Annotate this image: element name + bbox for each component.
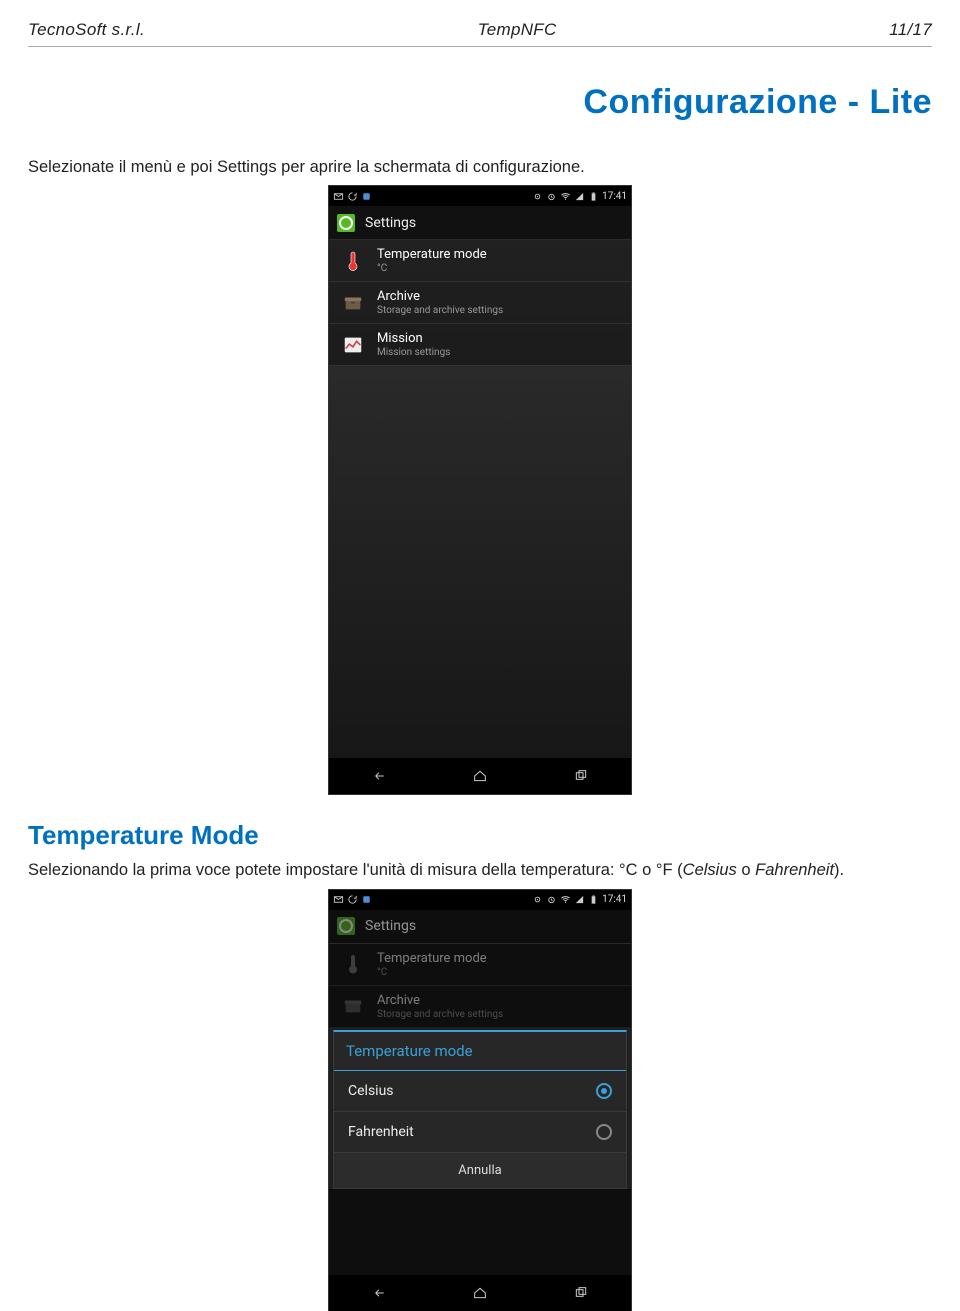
screenshot-temperature-dialog: 17:41 Settings Temperature mode°C Archiv… <box>329 890 631 1311</box>
recents-button[interactable] <box>563 766 599 786</box>
archive-icon <box>339 992 367 1020</box>
app-logo-icon <box>337 917 355 935</box>
battery-icon <box>588 894 599 905</box>
radio-selected-icon <box>596 1083 612 1099</box>
mission-chart-icon <box>339 331 367 359</box>
app-indicator-icon <box>361 894 372 905</box>
settings-item-sub: Mission settings <box>377 347 450 358</box>
dialog-cancel-button[interactable]: Annulla <box>334 1153 626 1188</box>
wifi-icon <box>560 191 571 202</box>
app-bar: Settings <box>329 206 631 240</box>
settings-item-temperature[interactable]: Temperature mode °C <box>329 240 631 282</box>
settings-list-dimmed: Temperature mode°C ArchiveStorage and ar… <box>329 944 631 1028</box>
header-page: 11/17 <box>889 20 932 40</box>
back-button[interactable] <box>361 766 397 786</box>
wifi-icon <box>560 894 571 905</box>
settings-item-label: Mission <box>377 331 450 346</box>
location-icon <box>532 894 543 905</box>
phone-empty-area <box>329 366 631 758</box>
thermometer-icon <box>339 247 367 275</box>
settings-item-sub: Storage and archive settings <box>377 305 503 316</box>
nav-bar <box>329 1275 631 1311</box>
home-button[interactable] <box>462 1283 498 1303</box>
mail-icon <box>333 191 344 202</box>
settings-item-archive[interactable]: Archive Storage and archive settings <box>329 282 631 324</box>
recents-button[interactable] <box>563 1283 599 1303</box>
section-heading: Temperature Mode <box>28 820 932 851</box>
settings-item-temperature: Temperature mode°C <box>329 944 631 986</box>
appbar-title: Settings <box>365 918 416 934</box>
archive-icon <box>339 289 367 317</box>
dialog-title: Temperature mode <box>334 1032 626 1071</box>
status-bar: 17:41 <box>329 890 631 910</box>
settings-item-archive: ArchiveStorage and archive settings <box>329 986 631 1028</box>
nav-bar <box>329 758 631 794</box>
page-header: TecnoSoft s.r.l. TempNFC 11/17 <box>28 20 932 47</box>
alarm-icon <box>546 191 557 202</box>
signal-icon <box>574 894 585 905</box>
settings-item-label: Temperature mode <box>377 247 487 262</box>
sync-icon <box>347 894 358 905</box>
dialog-option-fahrenheit[interactable]: Fahrenheit <box>334 1112 626 1153</box>
header-company: TecnoSoft s.r.l. <box>28 20 145 40</box>
settings-item-sub: °C <box>377 263 487 274</box>
mail-icon <box>333 894 344 905</box>
dialog-option-label: Celsius <box>348 1083 394 1099</box>
status-bar: 17:41 <box>329 186 631 206</box>
settings-item-label: Archive <box>377 289 503 304</box>
settings-item-mission[interactable]: Mission Mission settings <box>329 324 631 366</box>
radio-unselected-icon <box>596 1124 612 1140</box>
phone-empty-area <box>329 1189 631 1275</box>
header-product: TempNFC <box>478 20 557 40</box>
app-indicator-icon <box>361 191 372 202</box>
alarm-icon <box>546 894 557 905</box>
intro-paragraph: Selezionate il menù e poi Settings per a… <box>28 156 932 178</box>
status-time: 17:41 <box>602 191 627 202</box>
back-button[interactable] <box>361 1283 397 1303</box>
temperature-mode-dialog: Temperature mode Celsius Fahrenheit Annu… <box>333 1030 627 1189</box>
page-title: Configurazione - Lite <box>28 83 932 122</box>
home-button[interactable] <box>462 766 498 786</box>
status-time: 17:41 <box>602 894 627 905</box>
app-bar: Settings <box>329 910 631 944</box>
dialog-option-label: Fahrenheit <box>348 1124 414 1140</box>
dialog-option-celsius[interactable]: Celsius <box>334 1071 626 1112</box>
appbar-title: Settings <box>365 215 416 231</box>
sync-icon <box>347 191 358 202</box>
settings-list: Temperature mode °C Archive Storage and … <box>329 240 631 366</box>
section-paragraph: Selezionando la prima voce potete impost… <box>28 859 932 881</box>
thermometer-icon <box>339 950 367 978</box>
screenshot-settings: 17:41 Settings Temperature mode °C Archi… <box>329 186 631 794</box>
location-icon <box>532 191 543 202</box>
app-logo-icon <box>337 214 355 232</box>
battery-icon <box>588 191 599 202</box>
signal-icon <box>574 191 585 202</box>
